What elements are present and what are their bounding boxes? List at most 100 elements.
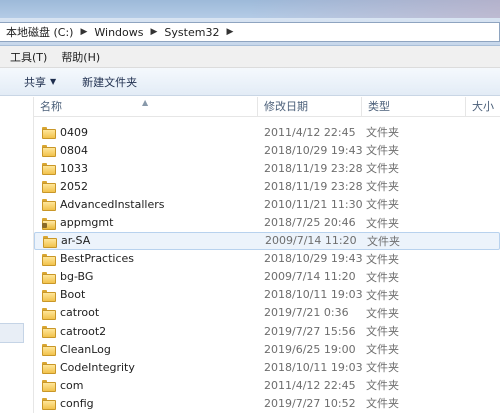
file-row[interactable]: bg-BG 2009/7/14 11:20 文件夹 (34, 268, 500, 286)
file-name: CodeIntegrity (60, 360, 135, 374)
sort-ascending-icon: ▲ (142, 98, 149, 107)
file-name: 0804 (60, 143, 88, 157)
menu-tools[interactable]: 工具(T) (10, 49, 47, 65)
file-type: 文件夹 (366, 397, 399, 411)
new-folder-label: 新建文件夹 (82, 75, 138, 89)
file-name: com (60, 378, 84, 392)
folder-icon (42, 380, 56, 393)
file-row[interactable]: 0804 2018/10/29 19:43 文件夹 (34, 141, 500, 159)
file-type: 文件夹 (366, 216, 399, 230)
file-row[interactable]: 1033 2018/11/19 23:28 文件夹 (34, 159, 500, 177)
menu-bar: 工具(T) 帮助(H) (0, 46, 500, 68)
file-row[interactable]: CleanLog 2019/6/25 19:00 文件夹 (34, 340, 500, 358)
file-list: 0409 2011/4/12 22:45 文件夹 0804 2018/10/29… (34, 123, 500, 413)
file-row[interactable]: CodeIntegrity 2018/10/11 19:03 文件夹 (34, 358, 500, 376)
file-modified: 2009/7/14 11:20 (264, 270, 356, 284)
folder-icon (42, 271, 56, 284)
file-modified: 2010/11/21 11:30 (264, 197, 363, 211)
file-type: 文件夹 (366, 252, 399, 266)
file-type: 文件夹 (366, 288, 399, 302)
file-type: 文件夹 (366, 162, 399, 176)
file-type: 文件夹 (366, 198, 399, 212)
file-name: 2052 (60, 179, 88, 193)
file-type: 文件夹 (366, 306, 399, 320)
file-type: 文件夹 (366, 343, 399, 357)
column-header-name[interactable]: ▲ 名称 (34, 97, 258, 116)
new-folder-button[interactable]: 新建文件夹 (82, 74, 137, 90)
breadcrumb-chevron-icon[interactable]: ▶ (146, 27, 163, 37)
folder-icon (42, 199, 56, 212)
file-name: appmgmt (60, 216, 114, 230)
file-modified: 2018/7/25 20:46 (264, 216, 356, 230)
file-row[interactable]: Boot 2018/10/11 19:03 文件夹 (34, 286, 500, 304)
share-button[interactable]: 共享 ▼ (24, 74, 56, 90)
address-breadcrumb[interactable]: 本地磁盘 (C:) ▶ Windows ▶ System32 ▶ (0, 22, 500, 42)
title-bar-background (250, 0, 500, 18)
file-type: 文件夹 (367, 234, 400, 248)
folder-icon (42, 362, 56, 375)
column-header-row: ▲ 名称 修改日期 类型 大小 (34, 97, 500, 117)
file-modified: 2011/4/12 22:45 (264, 378, 356, 392)
file-modified: 2018/11/19 23:28 (264, 161, 363, 175)
file-modified: 2018/10/11 19:03 (264, 360, 363, 374)
file-type: 文件夹 (366, 379, 399, 393)
column-header-size[interactable]: 大小 (466, 97, 500, 116)
file-name: 0409 (60, 125, 88, 139)
file-name: bg-BG (60, 270, 94, 284)
file-modified: 2018/10/11 19:03 (264, 288, 363, 302)
folder-icon (42, 163, 56, 176)
lock-icon (42, 222, 47, 228)
file-name: config (60, 396, 94, 410)
breadcrumb-local-disk[interactable]: 本地磁盘 (C:) (4, 24, 75, 40)
file-row[interactable]: AdvancedInstallers 2010/11/21 11:30 文件夹 (34, 195, 500, 213)
file-row[interactable]: appmgmt 2018/7/25 20:46 文件夹 (34, 213, 500, 231)
folder-icon (43, 235, 57, 248)
share-label: 共享 (24, 75, 46, 89)
file-modified: 2019/6/25 19:00 (264, 342, 356, 356)
file-name: BestPractices (60, 252, 135, 266)
command-bar: 共享 ▼ 新建文件夹 (0, 68, 500, 96)
file-row[interactable]: catroot2 2019/7/27 15:56 文件夹 (34, 322, 500, 340)
column-header-name-label: 名称 (40, 100, 62, 113)
file-name: catroot (60, 306, 100, 320)
folder-icon (42, 344, 56, 357)
file-name: 1033 (60, 161, 88, 175)
file-type: 文件夹 (366, 325, 399, 339)
file-row[interactable]: com 2011/4/12 22:45 文件夹 (34, 376, 500, 394)
folder-icon (42, 181, 56, 194)
file-row[interactable]: BestPractices 2018/10/29 19:43 文件夹 (34, 250, 500, 268)
file-modified: 2018/10/29 19:43 (264, 252, 363, 266)
file-type: 文件夹 (366, 126, 399, 140)
column-header-modified[interactable]: 修改日期 (258, 97, 362, 116)
file-row[interactable]: config 2019/7/27 10:52 文件夹 (34, 394, 500, 412)
file-name: ar-SA (61, 234, 91, 248)
file-type: 文件夹 (366, 361, 399, 375)
file-modified: 2019/7/27 15:56 (264, 324, 356, 338)
file-modified: 2018/10/29 19:43 (264, 143, 363, 157)
nav-selected-item[interactable] (0, 323, 24, 343)
file-row-hovered[interactable]: ar-SA 2009/7/14 11:20 文件夹 (34, 231, 500, 250)
file-modified: 2009/7/14 11:20 (265, 234, 357, 248)
folder-icon (42, 326, 56, 339)
folder-icon (42, 127, 56, 140)
breadcrumb-chevron-icon[interactable]: ▶ (221, 27, 238, 37)
file-type: 文件夹 (366, 270, 399, 284)
breadcrumb-chevron-icon[interactable]: ▶ (75, 27, 92, 37)
file-name: Boot (60, 288, 86, 302)
column-header-type[interactable]: 类型 (362, 97, 466, 116)
file-name: catroot2 (60, 324, 107, 338)
menu-help[interactable]: 帮助(H) (61, 49, 100, 65)
column-header-modified-label: 修改日期 (264, 100, 308, 113)
file-row[interactable]: 0409 2011/4/12 22:45 文件夹 (34, 123, 500, 141)
navigation-pane[interactable] (0, 97, 34, 413)
folder-icon (42, 307, 56, 320)
folder-icon (42, 289, 56, 302)
file-modified: 2018/11/19 23:28 (264, 179, 363, 193)
folder-icon (42, 145, 56, 158)
file-row[interactable]: catroot 2019/7/21 0:36 文件夹 (34, 304, 500, 322)
breadcrumb-windows[interactable]: Windows (92, 26, 145, 39)
breadcrumb-system32[interactable]: System32 (162, 26, 221, 39)
column-header-type-label: 类型 (368, 100, 390, 113)
file-modified: 2011/4/12 22:45 (264, 125, 356, 139)
file-row[interactable]: 2052 2018/11/19 23:28 文件夹 (34, 177, 500, 195)
